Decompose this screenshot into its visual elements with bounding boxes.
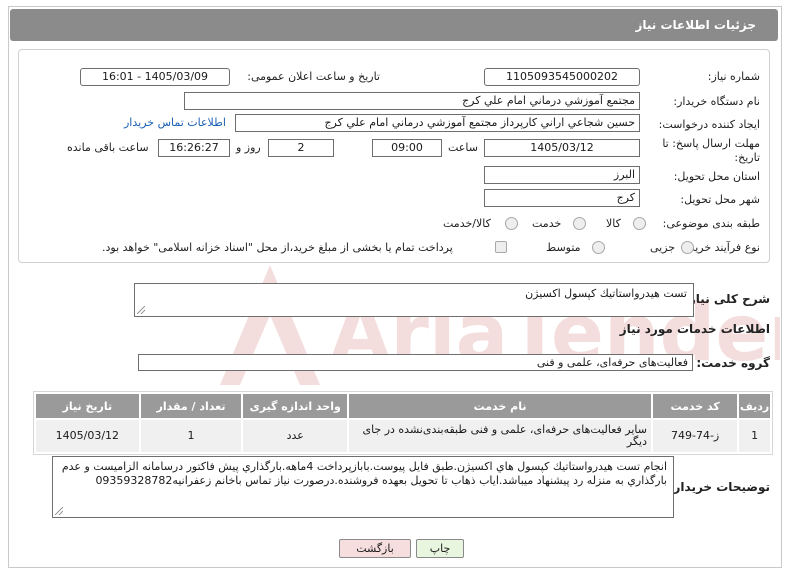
category-service-radio[interactable] [573,217,586,230]
buyer-contact-link[interactable]: اطلاعات تماس خریدار [124,116,226,129]
creator-label: ایجاد کننده درخواست: [658,118,760,131]
col-row-header: ردیف [739,394,770,418]
process-minor-radio[interactable] [681,241,694,254]
category-goods-radio[interactable] [633,217,646,230]
deadline-time-field[interactable]: 09:00 [372,139,442,157]
deadline-date-field[interactable]: 1405/03/12 [484,139,640,157]
page-header: جزئیات اطلاعات نیاز [10,9,778,41]
category-service-label: خدمت [532,217,562,230]
days-remaining-field[interactable]: 2 [268,139,334,157]
resize-grip-icon[interactable] [55,507,63,515]
services-table: ردیف کد خدمت نام خدمت واحد اندازه گیری ت… [33,391,773,455]
announce-label: تاریخ و ساعت اعلان عمومی: [247,70,380,83]
table-row: 1 ز-74-749 سایر فعالیت‌های حرفه‌ای، علمی… [36,420,770,452]
summary-label: شرح کلی نیاز: [684,292,770,306]
cell-code: ز-74-749 [653,420,738,452]
cell-row: 1 [739,420,770,452]
print-button[interactable]: چاپ [416,539,464,558]
need-number-field[interactable]: 1105093545000202 [484,68,640,86]
remaining-label: ساعت باقی مانده [67,141,149,154]
col-unit-header: واحد اندازه گیری [243,394,348,418]
category-goods-service-radio[interactable] [505,217,518,230]
service-group-label: گروه خدمت: [696,356,770,370]
treasury-payment-checkbox[interactable] [495,241,507,253]
deadline-label-line1: مهلت ارسال پاسخ: تا [662,137,760,150]
process-medium-radio[interactable] [592,241,605,254]
buyer-notes-textarea[interactable]: انجام تست هيدرواستاتيك كپسول هاي اكسيژن.… [52,456,674,518]
process-medium-label: متوسط [546,241,581,254]
col-date-header: تاریخ نیاز [36,394,139,418]
buyer-notes-text: انجام تست هيدرواستاتيك كپسول هاي اكسيژن.… [61,460,667,487]
cell-unit: عدد [243,420,348,452]
creator-field[interactable]: حسين شجاعي اراني كارپرداز مجتمع آموزشي د… [235,114,640,132]
province-label: استان محل تحویل: [673,170,760,183]
category-goods-service-label: کالا/خدمت [443,217,491,230]
category-goods-label: کالا [606,217,621,230]
buyer-org-field[interactable]: مجتمع آموزشي درماني امام علي كرج [184,92,640,110]
remaining-time-field[interactable]: 16:26:27 [158,139,230,157]
service-group-field[interactable]: فعالیت‌های حرفه‌ای، علمی و فنی [138,354,693,371]
need-number-label: شماره نیاز: [707,70,760,83]
process-minor-label: جزیی [650,241,676,254]
category-label: طبقه بندی موضوعی: [662,217,760,230]
cell-date: 1405/03/12 [36,420,139,452]
col-name-header: نام خدمت [349,394,651,418]
back-button[interactable]: بازگشت [339,539,411,558]
deadline-time-label: ساعت [448,141,478,154]
summary-textarea[interactable]: تست هيدرواستاتيك كپسول اكسيژن [134,283,694,317]
buyer-notes-label: توضیحات خریدار: [668,480,770,494]
city-label: شهر محل تحویل: [680,193,760,206]
province-field[interactable]: البرز [484,166,640,184]
table-header-row: ردیف کد خدمت نام خدمت واحد اندازه گیری ت… [36,394,770,418]
cell-name: سایر فعالیت‌های حرفه‌ای، علمی و فنی طبقه… [349,420,651,452]
services-section-title: اطلاعات خدمات مورد نیاز [619,322,770,336]
cell-qty: 1 [140,420,242,452]
announce-datetime-field[interactable]: 1405/03/09 - 16:01 [80,68,230,86]
buyer-org-label: نام دستگاه خریدار: [673,95,760,108]
col-qty-header: تعداد / مقدار [140,394,242,418]
city-field[interactable]: كرج [484,189,640,207]
deadline-label-line2: تاریخ: [734,151,760,164]
page-title: جزئیات اطلاعات نیاز [635,18,756,32]
col-code-header: کد خدمت [653,394,738,418]
treasury-payment-note: پرداخت تمام یا بخشی از مبلغ خرید،از محل … [102,241,453,254]
resize-grip-icon[interactable] [137,306,145,314]
days-label: روز و [236,141,261,154]
summary-text: تست هيدرواستاتيك كپسول اكسيژن [525,287,687,300]
